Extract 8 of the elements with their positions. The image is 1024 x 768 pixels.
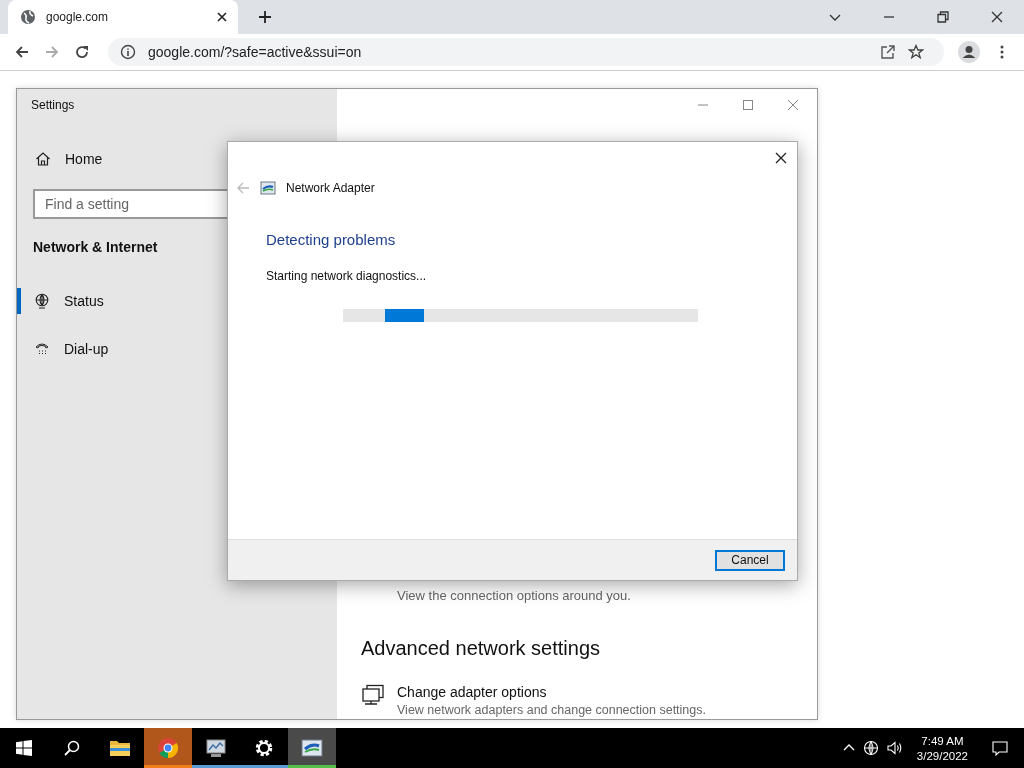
dialog-heading: Detecting problems: [266, 231, 397, 248]
status-text: Starting network diagnostics...: [266, 269, 428, 283]
section-heading: Advanced network settings: [361, 637, 602, 660]
url-text: google.com/?safe=active&ssui=on: [148, 44, 362, 60]
section-title: Network & Internet: [33, 239, 158, 255]
window-title: Settings: [31, 98, 75, 112]
description-text: View the connection options around you.: [397, 588, 632, 603]
tab-title: google.com: [46, 10, 110, 24]
